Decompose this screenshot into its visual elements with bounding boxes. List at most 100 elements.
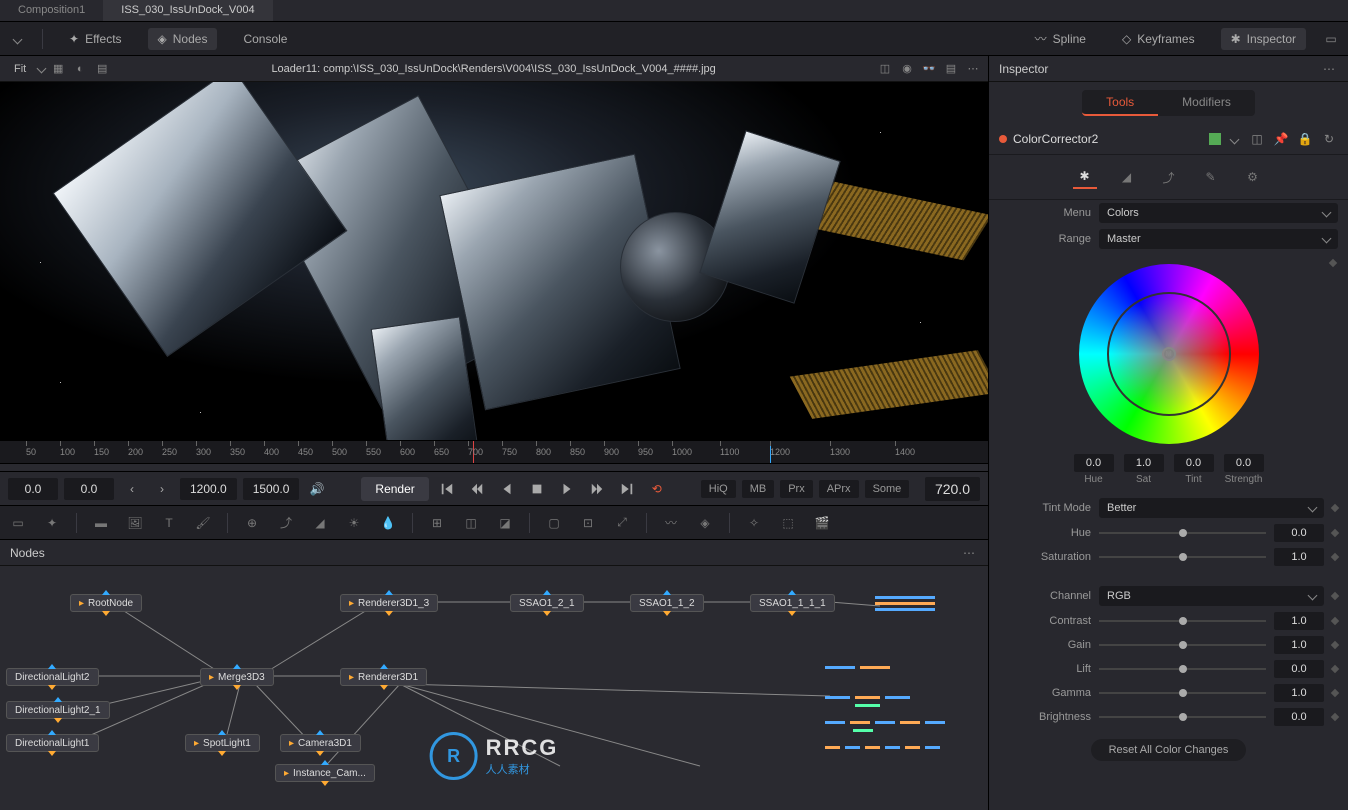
reset-icon[interactable]: ↻ (1320, 130, 1338, 148)
node-ssao12[interactable]: SSAO1_1_2 (630, 594, 704, 612)
contrast-slider[interactable] (1099, 620, 1266, 622)
stereo-icon[interactable]: 👓 (920, 60, 938, 78)
color-tab-icon[interactable]: ✱ (1073, 165, 1097, 189)
insp-options-icon[interactable]: ⋯ (1320, 60, 1338, 78)
tintmode-select[interactable]: Better (1099, 498, 1324, 518)
color-swatch[interactable] (1209, 133, 1221, 145)
node-dirlight21[interactable]: DirectionalLight2_1 (6, 701, 110, 719)
hiq-toggle[interactable]: HiQ (701, 480, 736, 498)
render3d-icon[interactable]: 🎬 (812, 513, 832, 533)
channel-icon[interactable]: ◐ (71, 60, 89, 78)
console-button[interactable]: Console (233, 28, 297, 50)
node-dirlight1[interactable]: DirectionalLight1 (6, 734, 99, 752)
node-renderer13[interactable]: ▸Renderer3D1_3 (340, 594, 438, 612)
lift-key[interactable] (1331, 665, 1339, 673)
rect-icon[interactable]: ▬ (91, 513, 111, 533)
crop-icon[interactable]: ⊡ (578, 513, 598, 533)
rewind-button[interactable] (465, 477, 489, 501)
node-spotlight[interactable]: ▸SpotLight1 (185, 734, 260, 752)
brightness-value[interactable]: 0.0 (1274, 708, 1324, 726)
3d-icon[interactable]: ⬚ (778, 513, 798, 533)
mask-icon[interactable]: ◪ (495, 513, 515, 533)
time-end[interactable]: 720.0 (925, 477, 980, 501)
play-back-button[interactable] (495, 477, 519, 501)
viewer[interactable] (0, 82, 988, 440)
satur-key[interactable] (1331, 553, 1339, 561)
time-current[interactable]: 0.0 (64, 478, 114, 500)
versions-icon[interactable]: ◫ (1248, 130, 1266, 148)
spline-button[interactable]: 〰Spline (1025, 26, 1096, 51)
text-icon[interactable]: T (159, 513, 179, 533)
gain-value[interactable]: 1.0 (1274, 636, 1324, 654)
hue-key[interactable] (1331, 529, 1339, 537)
expand-icon[interactable] (8, 30, 26, 48)
time-out[interactable]: 1500.0 (243, 478, 300, 500)
tintmode-key[interactable] (1331, 504, 1339, 512)
node-rootnode[interactable]: ▸RootNode (70, 594, 142, 612)
brush-icon[interactable]: 🖌 (193, 513, 213, 533)
lift-value[interactable]: 0.0 (1274, 660, 1324, 678)
layers-icon[interactable]: ▤ (93, 60, 111, 78)
tracker-icon[interactable]: ⊕ (242, 513, 262, 533)
fit-dropdown[interactable]: Fit (6, 61, 34, 77)
gain-key[interactable] (1331, 641, 1339, 649)
grid-icon[interactable]: ▦ (49, 60, 67, 78)
nodes-area[interactable]: ▸RootNode DirectionalLight2 DirectionalL… (0, 566, 988, 810)
tab-composition[interactable]: Composition1 (0, 0, 103, 21)
brightness-key[interactable] (1331, 713, 1339, 721)
node-camera[interactable]: ▸Camera3D1 (280, 734, 361, 752)
goto-end-button[interactable] (615, 477, 639, 501)
aprx-toggle[interactable]: APrx (819, 480, 859, 498)
ffwd-button[interactable] (585, 477, 609, 501)
inspector-button[interactable]: ✱Inspector (1221, 28, 1306, 50)
sat-value[interactable]: 1.0 (1124, 454, 1164, 472)
step-back-button[interactable]: ‹ (120, 477, 144, 501)
time-start[interactable]: 0.0 (8, 478, 58, 500)
supp-tab-icon[interactable]: ✎ (1199, 165, 1223, 189)
node-ssao21[interactable]: SSAO1_2_1 (510, 594, 584, 612)
xf-icon[interactable]: ◫ (461, 513, 481, 533)
merge-icon[interactable]: ⊞ (427, 513, 447, 533)
particle-icon[interactable]: ✧ (744, 513, 764, 533)
gamma-key[interactable] (1331, 689, 1339, 697)
matte-icon[interactable]: ▢ (544, 513, 564, 533)
curve-icon[interactable]: ⤴ (276, 513, 296, 533)
nodes-button[interactable]: ◈Nodes (148, 28, 218, 50)
node-renderer1[interactable]: ▸Renderer3D1 (340, 668, 427, 686)
goto-start-button[interactable] (435, 477, 459, 501)
node-instance[interactable]: ▸Instance_Cam... (275, 764, 375, 782)
lift-slider[interactable] (1099, 668, 1266, 670)
node-merge3d[interactable]: ▸Merge3D3 (200, 668, 274, 686)
color-wheel[interactable]: M (1079, 264, 1259, 444)
nodes-options-icon[interactable]: ⋯ (960, 544, 978, 562)
stop-button[interactable] (525, 477, 549, 501)
split-icon[interactable]: ◫ (876, 60, 894, 78)
node-enable-dot[interactable] (999, 135, 1007, 143)
satur-value[interactable]: 1.0 (1274, 548, 1324, 566)
colorcorr-icon[interactable]: ☀ (344, 513, 364, 533)
snapshot-icon[interactable]: ◉ (898, 60, 916, 78)
node-ssao111[interactable]: SSAO1_1_1_1 (750, 594, 835, 612)
node-dirlight2[interactable]: DirectionalLight2 (6, 668, 99, 686)
pin-icon[interactable]: 📌 (1272, 130, 1290, 148)
channel-select[interactable]: RGB (1099, 586, 1324, 606)
levels-tab-icon[interactable]: ◢ (1115, 165, 1139, 189)
gain-slider[interactable] (1099, 644, 1266, 646)
step-fwd-button[interactable]: › (150, 477, 174, 501)
loop-button[interactable]: ⟲ (645, 477, 669, 501)
range-select[interactable]: Master (1099, 229, 1338, 249)
prx-toggle[interactable]: Prx (780, 480, 813, 498)
brightness-slider[interactable] (1099, 716, 1266, 718)
img-icon[interactable]: 🖼 (125, 513, 145, 533)
blur-icon[interactable]: 💧 (378, 513, 398, 533)
satur-slider[interactable] (1099, 556, 1266, 558)
strength-value[interactable]: 0.0 (1224, 454, 1264, 472)
gamma-slider[interactable] (1099, 692, 1266, 694)
resize-icon[interactable]: ⤢ (612, 513, 632, 533)
fastnoise-icon[interactable]: ✦ (42, 513, 62, 533)
tab-tools[interactable]: Tools (1082, 90, 1158, 116)
tab-modifiers[interactable]: Modifiers (1158, 90, 1255, 116)
spline-tool-icon[interactable]: 〰 (661, 513, 681, 533)
hue-slider[interactable] (1099, 532, 1266, 534)
contrast-key[interactable] (1331, 617, 1339, 625)
